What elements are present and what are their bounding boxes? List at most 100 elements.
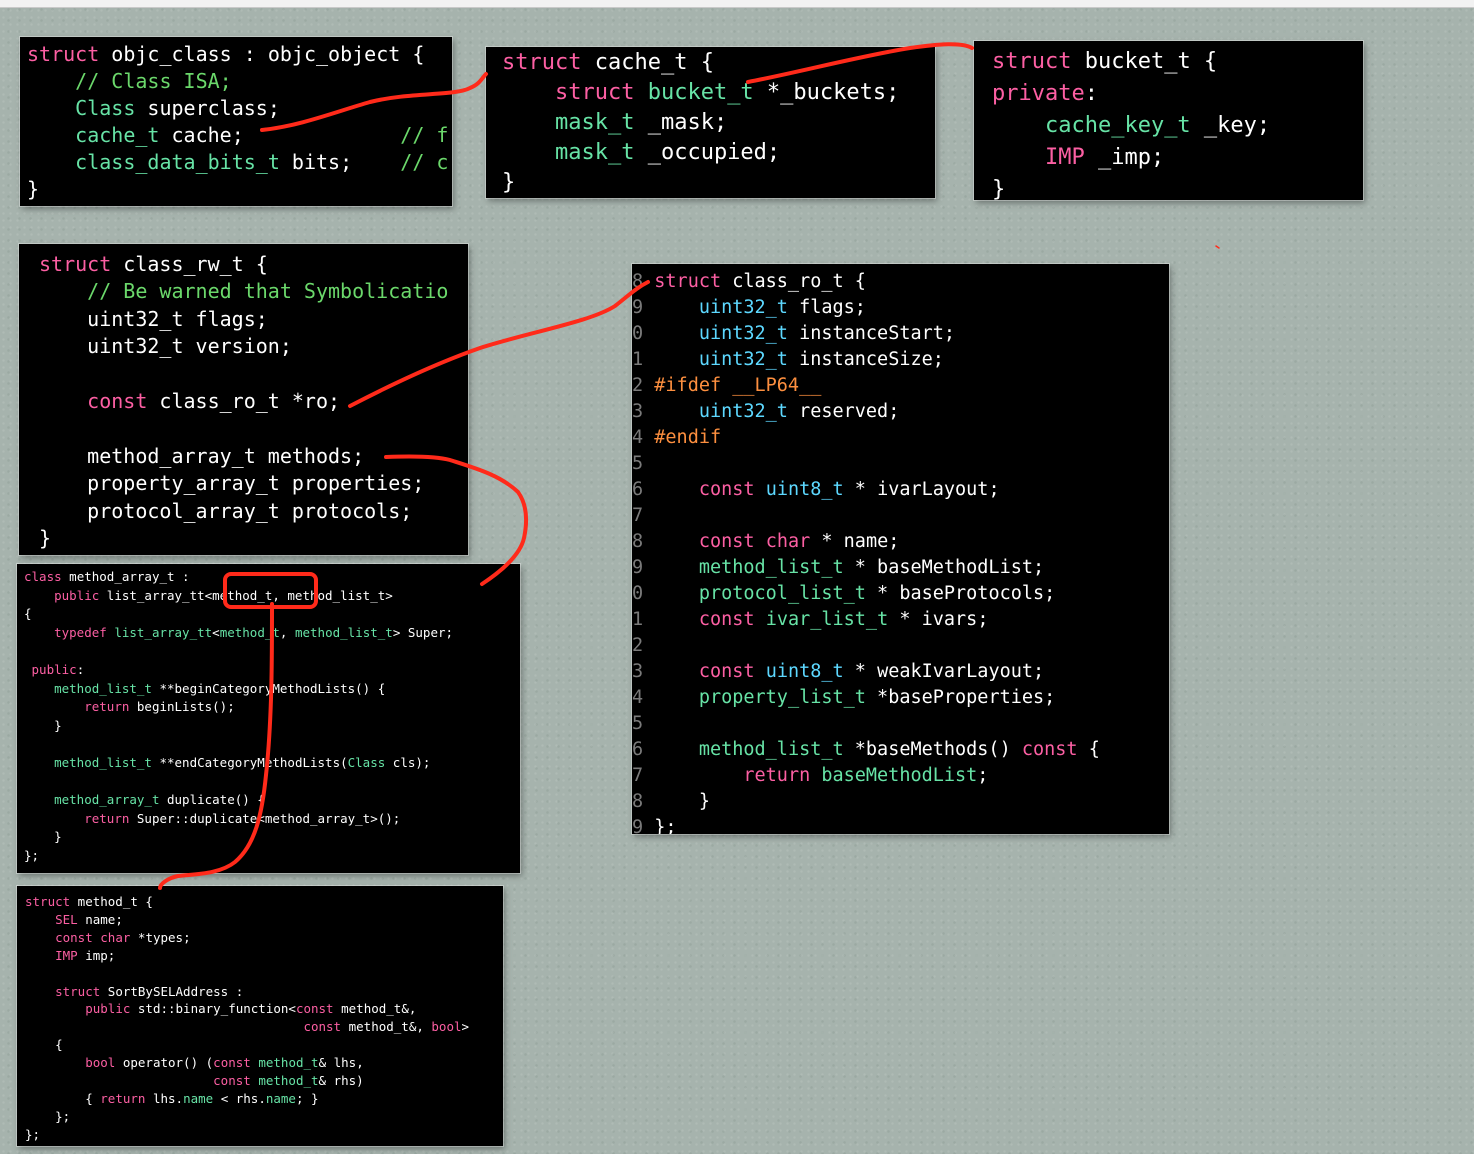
code-token: method_list_t bbox=[698, 739, 844, 760]
code-line: // Be warned that Symbolicatio bbox=[39, 278, 468, 305]
line-number: 9 bbox=[632, 557, 655, 578]
code-token: cache; bbox=[159, 123, 401, 147]
code-token: const bbox=[213, 1055, 251, 1071]
code-line: 1 const ivar_list_t * ivars; bbox=[632, 607, 1169, 633]
code-line: const class_ro_t *ro; bbox=[39, 388, 468, 415]
code-token: public bbox=[54, 587, 100, 603]
code-line: class method_array_t : bbox=[24, 568, 520, 587]
line-number: 6 bbox=[632, 479, 655, 500]
code-token: struct bbox=[502, 50, 582, 75]
code-line: typedef list_array_tt<method_t, method_l… bbox=[24, 624, 520, 643]
code-token: } bbox=[39, 526, 52, 551]
code-token: *_buckets; bbox=[753, 80, 900, 105]
code-token: method_t bbox=[258, 1073, 319, 1089]
code-token: const bbox=[698, 531, 755, 552]
code-line: class_data_bits_t bits; // c bbox=[27, 149, 452, 176]
code-token: const bbox=[87, 389, 148, 414]
code-token: bool bbox=[431, 1019, 462, 1035]
code-line: 6 method_list_t *baseMethods() const { bbox=[632, 737, 1169, 763]
code-token: struct bbox=[27, 42, 100, 66]
code-line: 0 protocol_list_t * baseProtocols; bbox=[632, 581, 1169, 607]
code-token: const bbox=[55, 929, 93, 945]
code-token: & lhs, bbox=[318, 1055, 364, 1071]
code-token: SEL bbox=[55, 911, 78, 927]
code-line: Class superclass; bbox=[27, 95, 452, 122]
line-number: 2 bbox=[632, 375, 655, 396]
code-token: duplicate() { bbox=[159, 792, 265, 808]
code-line: const method_t&, bool> bbox=[25, 1018, 503, 1036]
code-token: instanceStart; bbox=[787, 323, 956, 344]
code-token: method_array_t bbox=[54, 792, 160, 808]
code-token: method_list_t bbox=[294, 624, 393, 640]
code-token: method_array_t methods; bbox=[39, 443, 365, 468]
code-token: > Super; bbox=[392, 624, 454, 640]
code-line: struct bucket_t *_buckets; bbox=[502, 78, 935, 108]
code-line: struct SortBySELAddress : bbox=[25, 983, 503, 1001]
code-token: const bbox=[1021, 739, 1078, 760]
code-token: bits; bbox=[279, 150, 401, 174]
code-token: ; } bbox=[295, 1090, 319, 1106]
code-token: * baseMethodList; bbox=[843, 557, 1045, 578]
line-number: 1 bbox=[632, 609, 655, 630]
code-token: mask_t bbox=[554, 110, 635, 135]
code-token: struct bbox=[39, 252, 112, 276]
code-token: struct bbox=[992, 49, 1072, 74]
cache-t-code: struct cache_t { struct bucket_t *_bucke… bbox=[486, 47, 935, 198]
code-token: * baseProtocols; bbox=[865, 583, 1056, 604]
code-token: flags; bbox=[787, 297, 866, 318]
class-rw-t-code: struct class_rw_t { // Be warned that Sy… bbox=[19, 244, 468, 552]
code-token: // c bbox=[400, 150, 449, 174]
code-token: cls); bbox=[385, 754, 431, 770]
code-line: uint32_t version; bbox=[39, 333, 468, 360]
code-token: cache_t { bbox=[581, 50, 714, 75]
code-token: IMP bbox=[55, 947, 78, 963]
code-token: superclass; bbox=[135, 96, 280, 120]
code-line: 8 } bbox=[632, 789, 1169, 815]
code-line: }; bbox=[25, 1108, 503, 1126]
code-token: method_t bbox=[219, 624, 280, 640]
code-line: { bbox=[25, 1036, 503, 1054]
code-token: **endCategoryMethodLists( bbox=[151, 754, 348, 770]
code-token: & rhs) bbox=[318, 1073, 364, 1089]
code-token: baseMethodList bbox=[821, 765, 978, 786]
code-token: > bbox=[461, 1019, 470, 1035]
code-token: class_data_bits_t bbox=[75, 150, 280, 174]
code-token: property_list_t bbox=[698, 687, 866, 708]
code-line: method_array_t methods; bbox=[39, 443, 468, 470]
code-token: } bbox=[24, 829, 62, 845]
code-token: char bbox=[765, 531, 811, 552]
line-number: 3 bbox=[632, 401, 655, 422]
code-token: class_ro_t { bbox=[721, 271, 866, 292]
code-line: } bbox=[27, 176, 452, 203]
code-line: }; bbox=[25, 1126, 503, 1144]
line-number: 9 bbox=[632, 817, 655, 834]
line-number: 5 bbox=[632, 713, 655, 734]
code-token: // Be warned that Symbolicatio bbox=[87, 279, 449, 304]
code-token: uint8_t bbox=[765, 661, 844, 682]
method-t-code-panel: struct method_t { SEL name; const char *… bbox=[17, 886, 503, 1146]
code-token: Class bbox=[347, 754, 386, 770]
code-line: cache_key_t _key; bbox=[992, 110, 1363, 142]
code-token: typedef bbox=[54, 624, 107, 640]
code-line: bool operator() (const method_t& lhs, bbox=[25, 1054, 503, 1072]
code-line: method_array_t duplicate() { bbox=[24, 791, 520, 810]
code-line: public list_array_tt<method_t, method_li… bbox=[24, 587, 520, 606]
code-token: method_list_t bbox=[54, 754, 152, 770]
code-token: class bbox=[24, 569, 62, 584]
code-line: 8 const char * name; bbox=[632, 529, 1169, 555]
